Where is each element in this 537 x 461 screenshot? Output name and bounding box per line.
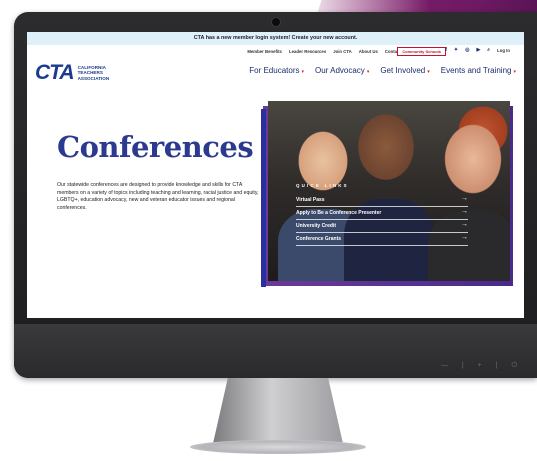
utility-link-about-us[interactable]: About Us	[359, 49, 378, 54]
quick-link-label: Virtual Pass	[296, 197, 325, 203]
chevron-down-icon: ▾	[301, 69, 304, 75]
utility-link-member-benefits[interactable]: Member Benefits	[247, 49, 282, 54]
main-nav: CTA CALIFORNIA TEACHERS ASSOCIATION For …	[27, 57, 524, 87]
page-description: Our statewide conferences are designed t…	[57, 182, 259, 211]
nav-label: Get Involved	[380, 66, 426, 75]
utility-nav: Member Benefits Leader Resources Join CT…	[27, 45, 524, 57]
instagram-icon[interactable]: ◎	[465, 47, 469, 53]
login-link[interactable]: Log In	[497, 47, 510, 53]
chevron-down-icon: ▾	[513, 69, 516, 75]
arrow-right-icon: →	[461, 221, 468, 228]
announcement-bar[interactable]: CTA has a new member login system! Creat…	[27, 32, 524, 45]
website-screen: CTA has a new member login system! Creat…	[27, 32, 524, 318]
hero-accent-bar	[261, 109, 266, 287]
nav-item-events-and-training[interactable]: Events and Training ▾	[441, 66, 516, 75]
community-schools-button[interactable]: Community Schools	[397, 47, 446, 56]
quick-link-apply-presenter[interactable]: Apply to Be a Conference Presenter →	[296, 207, 468, 220]
nav-label: Events and Training	[440, 66, 512, 75]
arrow-right-icon: →	[461, 208, 468, 215]
arrow-right-icon: →	[461, 195, 468, 202]
chevron-down-icon: ▾	[366, 69, 370, 75]
monitor-buttons: — | + | ⏻	[440, 362, 523, 369]
quick-link-label: Conference Grants	[296, 236, 342, 242]
quick-links-title: QUICK LINKS	[296, 183, 349, 188]
hero-photo: QUICK LINKS Virtual Pass → Apply to Be a…	[268, 101, 510, 281]
camera-icon	[271, 17, 281, 27]
nav-item-for-educators[interactable]: For Educators ▾	[249, 66, 304, 75]
quick-link-virtual-pass[interactable]: Virtual Pass →	[296, 194, 468, 207]
monitor-stand	[212, 378, 344, 448]
logo-line-3: ASSOCIATION	[77, 75, 110, 81]
chevron-down-icon: ▾	[427, 69, 430, 75]
logo-mark: CTA	[35, 61, 75, 84]
social-links: f ✦ ◎ ▶ ⌕ Log In	[445, 47, 510, 53]
monitor-chin: — | + | ⏻	[14, 324, 537, 378]
primary-menu: For Educators ▾ Our Advocacy ▾ Get Involve…	[249, 66, 516, 75]
logo-words: CALIFORNIA TEACHERS ASSOCIATION	[78, 65, 110, 81]
quick-links-panel: QUICK LINKS Virtual Pass → Apply to Be a…	[296, 183, 468, 246]
page-title: Conferences	[57, 130, 254, 164]
quick-link-label: University Credit	[296, 223, 337, 229]
quick-link-university-credit[interactable]: University Credit →	[296, 220, 468, 233]
utility-link-leader-resources[interactable]: Leader Resources	[289, 49, 326, 54]
search-icon[interactable]: ⌕	[487, 47, 490, 53]
arrow-right-icon: →	[461, 234, 468, 241]
quick-link-label: Apply to Be a Conference Presenter	[296, 210, 382, 216]
nav-item-get-involved[interactable]: Get Involved ▾	[380, 66, 429, 75]
youtube-icon[interactable]: ▶	[476, 47, 480, 53]
monitor-stand-base	[190, 440, 366, 454]
twitter-icon[interactable]: ✦	[454, 47, 458, 53]
facebook-icon[interactable]: f	[445, 47, 447, 53]
nav-label: For Educators	[249, 66, 300, 75]
cta-logo[interactable]: CTA CALIFORNIA TEACHERS ASSOCIATION	[35, 61, 109, 85]
quick-link-conference-grants[interactable]: Conference Grants →	[296, 233, 468, 246]
utility-link-join-cta[interactable]: Join CTA	[333, 49, 352, 54]
nav-label: Our Advocacy	[315, 66, 365, 75]
nav-item-our-advocacy[interactable]: Our Advocacy ▾	[315, 66, 369, 75]
